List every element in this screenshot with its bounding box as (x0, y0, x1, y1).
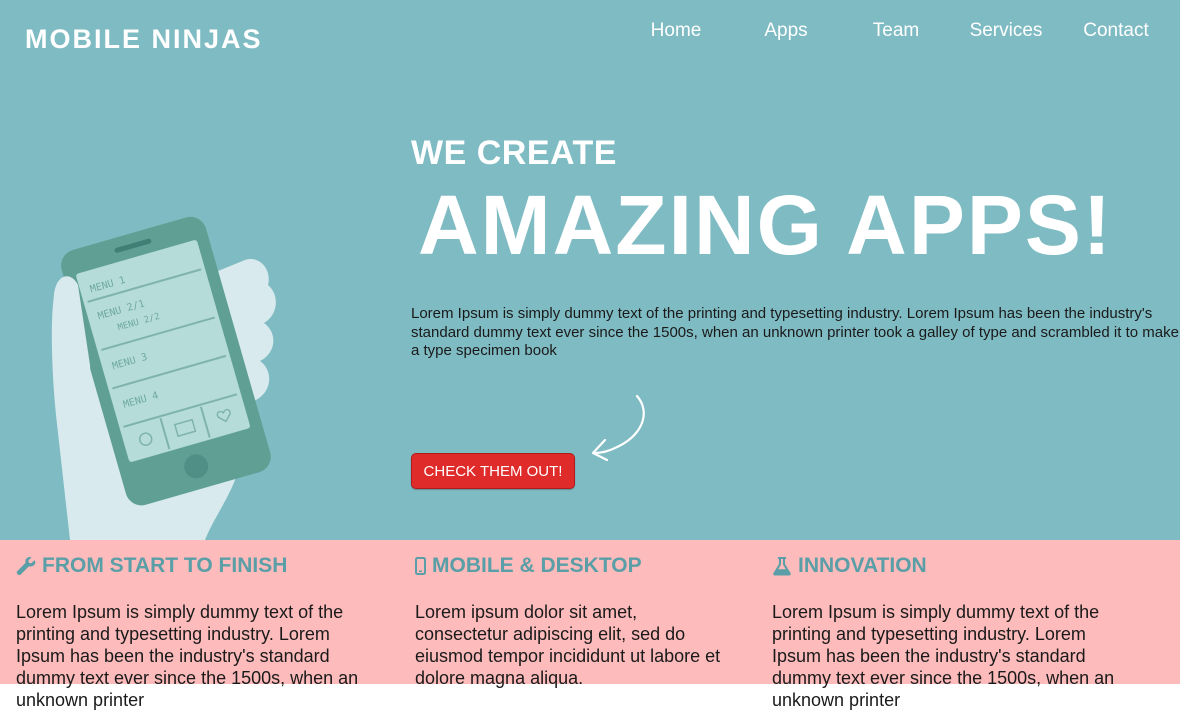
features-section: FROM START TO FINISH Lorem Ipsum is simp… (0, 540, 1180, 710)
nav-item-team[interactable]: Team (841, 19, 951, 43)
feature-title: MOBILE & DESKTOP (415, 554, 642, 578)
nav-item-services[interactable]: Services (951, 19, 1061, 43)
feature-text: Lorem ipsum dolor sit amet, consectetur … (415, 602, 721, 688)
feature-title-text: INNOVATION (798, 554, 927, 577)
feature-title-text: MOBILE & DESKTOP (432, 554, 642, 577)
check-them-out-button[interactable]: CHECK THEM OUT! (411, 453, 575, 489)
hero-headline: AMAZING APPS! (418, 178, 1113, 272)
hand-holding-phone-illustration: MENU 1 MENU 2/1 MENU 2/2 MENU 3 MENU 4 (51, 216, 276, 540)
nav-item-home[interactable]: Home (621, 19, 731, 43)
flask-icon (773, 557, 791, 576)
curved-arrow-icon (591, 394, 645, 462)
nav-item-apps[interactable]: Apps (731, 19, 841, 43)
feature-text: Lorem Ipsum is simply dummy text of the … (772, 602, 1115, 710)
main-nav: Home Apps Team Services Contact (621, 19, 1176, 43)
feature-title-text: FROM START TO FINISH (42, 554, 288, 577)
feature-title: FROM START TO FINISH (16, 554, 287, 578)
feature-title: INNOVATION (772, 554, 927, 578)
feature-text: Lorem Ipsum is simply dummy text of the … (16, 602, 359, 710)
hero-section: MOBILE NINJAS Home Apps Team Services Co… (0, 0, 1180, 540)
site-logo[interactable]: MOBILE NINJAS (25, 24, 263, 55)
nav-item-contact[interactable]: Contact (1061, 19, 1171, 43)
wrench-icon (16, 556, 36, 576)
hero-description: Lorem Ipsum is simply dummy text of the … (411, 305, 1179, 359)
hero-kicker: WE CREATE (411, 134, 617, 172)
mobile-icon (415, 557, 426, 575)
